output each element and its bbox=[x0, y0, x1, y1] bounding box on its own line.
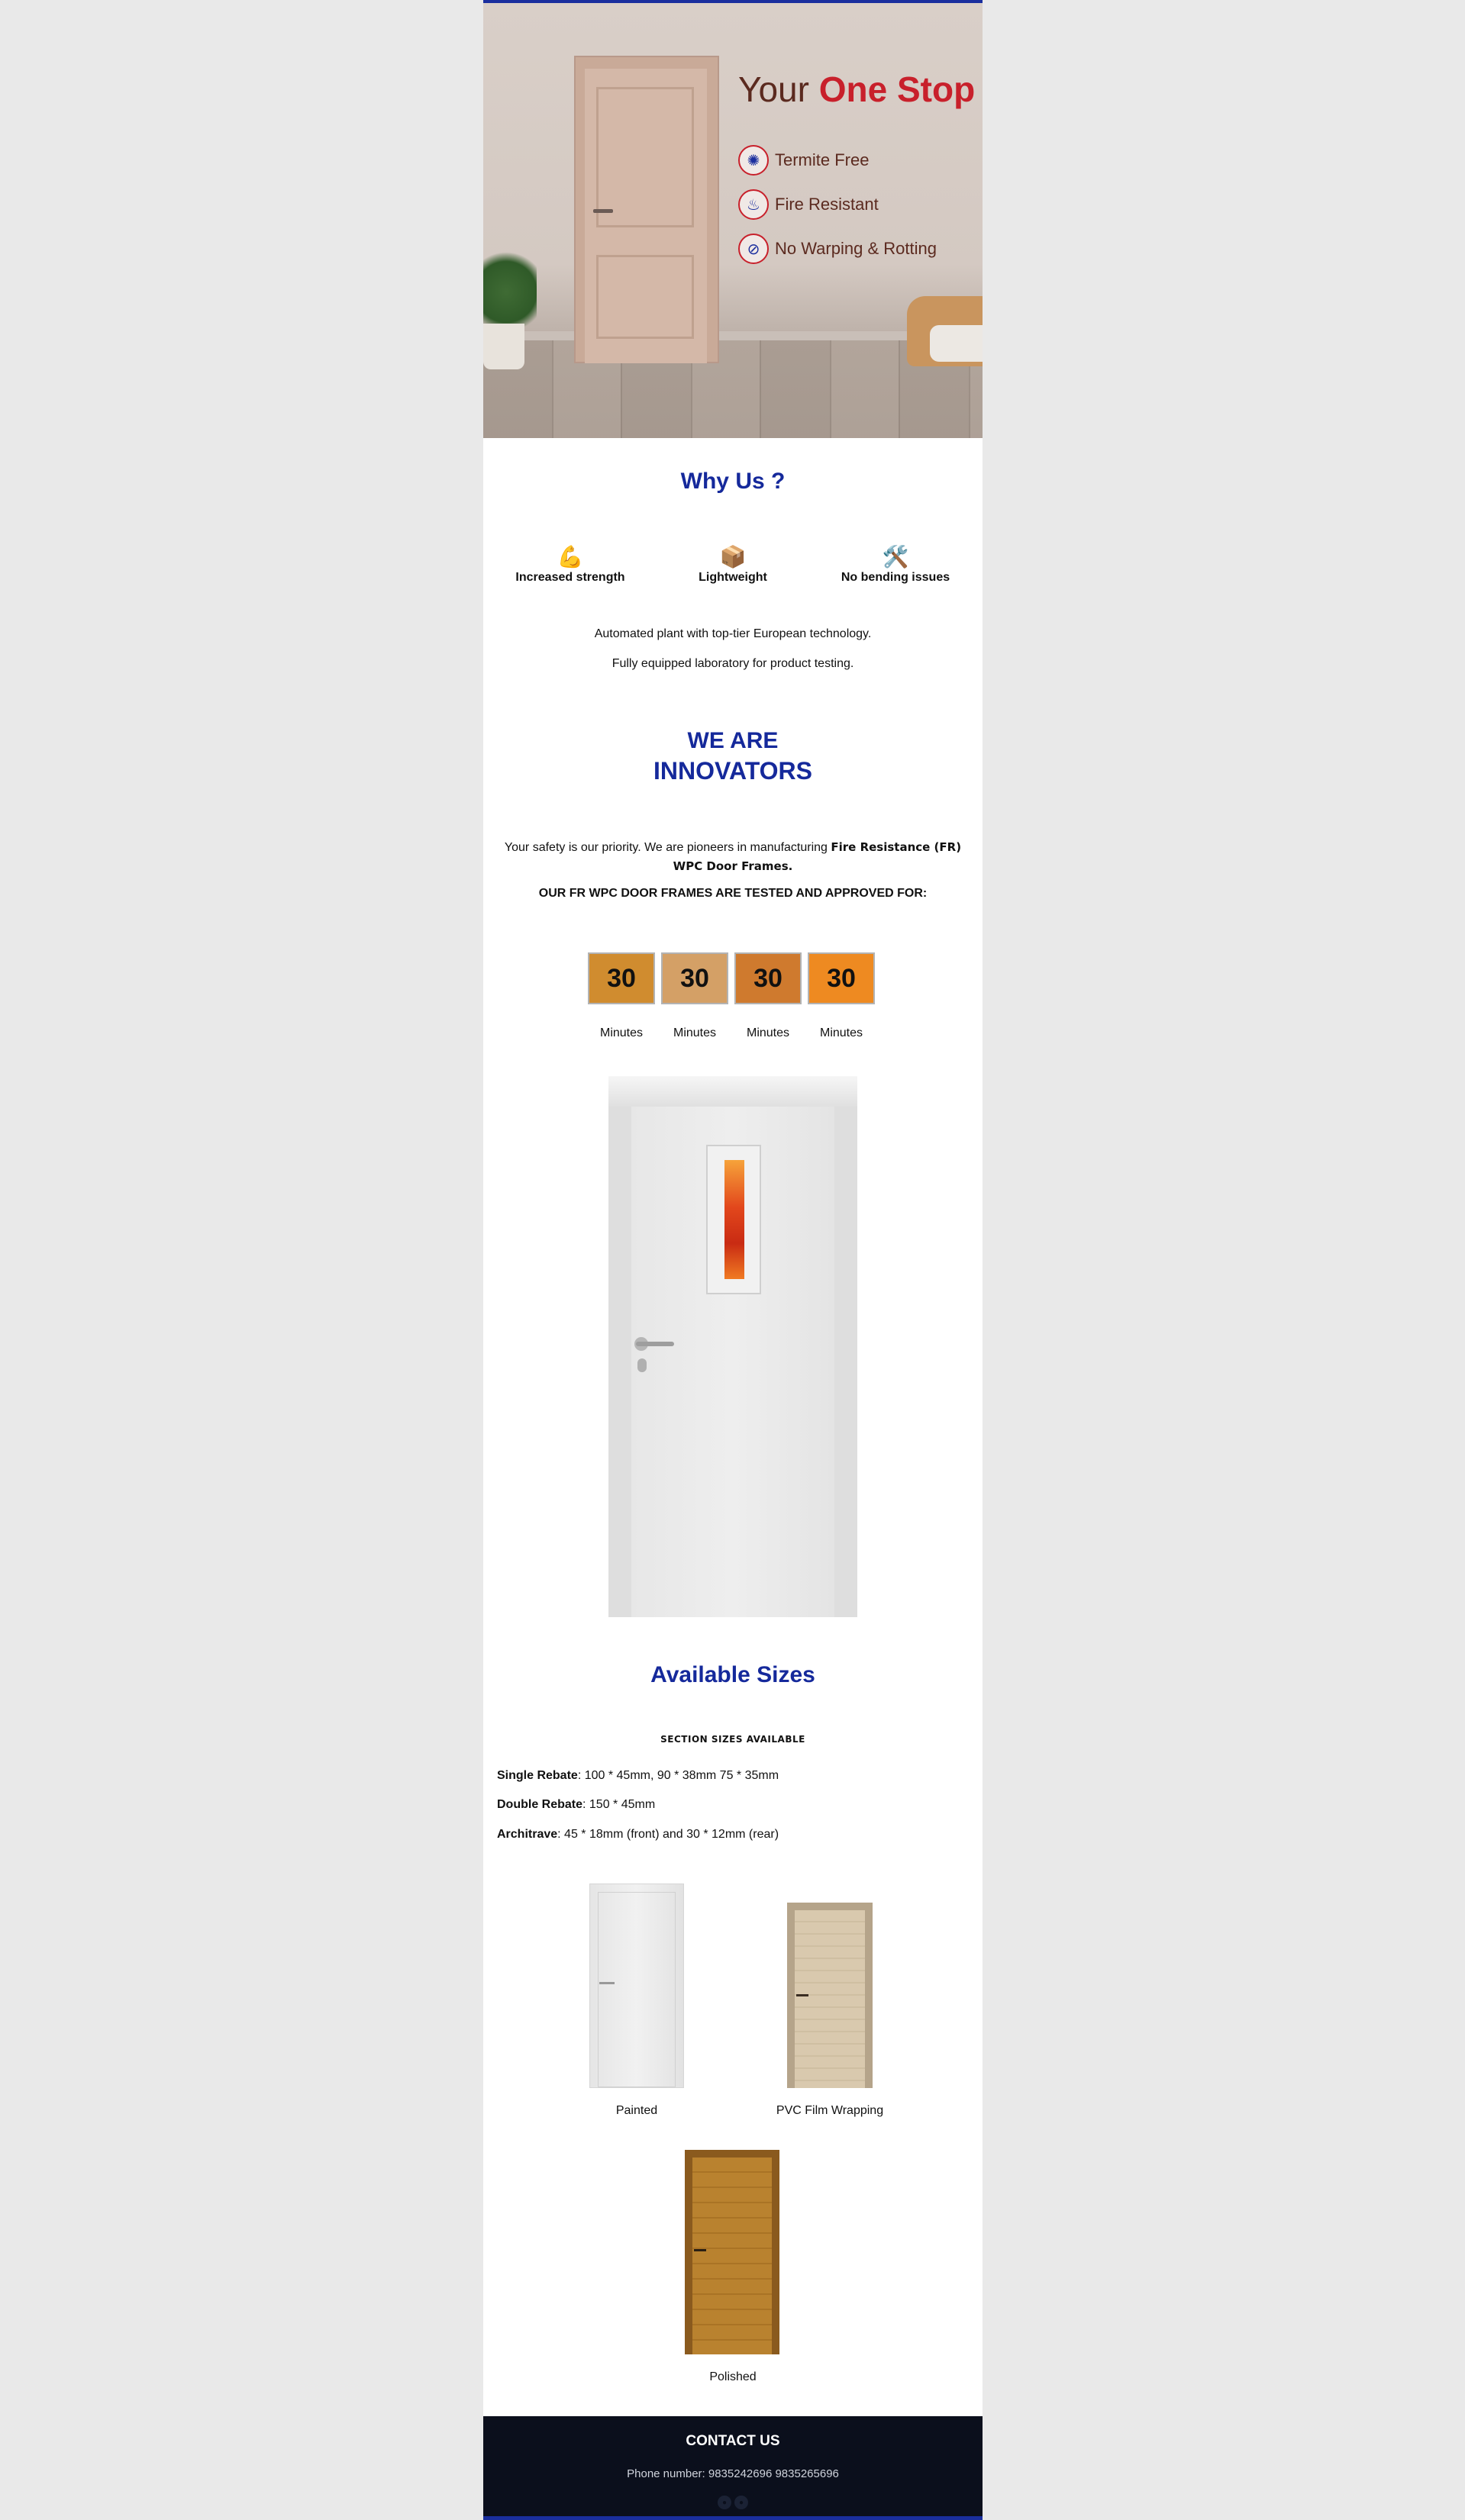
package-icon: 📦 bbox=[719, 545, 747, 569]
no-warping-icon: ⊘ bbox=[738, 234, 769, 264]
available-sizes-heading: Available Sizes bbox=[650, 1662, 815, 1687]
why-item-no-bending: 🛠️ No bending issues bbox=[819, 543, 972, 585]
bottom-accent-bar bbox=[483, 2516, 983, 2520]
phone-numbers[interactable]: Phone number: 9835242696 9835265696 bbox=[483, 2467, 983, 2480]
rating-unit-label: Minutes bbox=[746, 1026, 790, 1039]
pvc-film-door-image[interactable] bbox=[787, 1903, 873, 2088]
rating-unit-label: Minutes bbox=[599, 1026, 644, 1039]
rating-badge: 30 bbox=[734, 952, 802, 1004]
innovators-heading-line1: WE ARE bbox=[687, 728, 779, 753]
why-us-heading: Why Us ? bbox=[680, 469, 786, 494]
social-icon[interactable]: ● bbox=[734, 2496, 748, 2509]
rating-unit-label: Minutes bbox=[673, 1026, 717, 1039]
email-body: Your One Stop ✺ Termite Free ♨ Fire Resi… bbox=[483, 0, 983, 2520]
fire-rating-badges: 30 30 30 30 bbox=[588, 952, 878, 1004]
lock-icon bbox=[637, 1358, 647, 1372]
door-handle-image bbox=[636, 1342, 674, 1346]
flexed-bicep-icon: 💪 bbox=[557, 545, 584, 569]
door-handle-image bbox=[593, 209, 613, 213]
fire-icon: ♨ bbox=[738, 189, 769, 220]
rating-unit-label: Minutes bbox=[819, 1026, 863, 1039]
plant-image bbox=[483, 246, 537, 330]
contact-footer: CONTACT US Phone number: 9835242696 9835… bbox=[483, 2416, 983, 2520]
social-links: ● ● bbox=[716, 2493, 750, 2512]
spec-architrave: Architrave: 45 * 18mm (front) and 30 * 1… bbox=[497, 1828, 779, 1841]
why-item-lightweight: 📦 Lightweight bbox=[657, 543, 809, 585]
polished-door-image[interactable] bbox=[685, 2150, 779, 2354]
spec-double-rebate: Double Rebate: 150 * 45mm bbox=[497, 1798, 656, 1811]
contact-us-heading: CONTACT US bbox=[686, 2433, 780, 2449]
why-us-grid: 💪 Increased strength 📦 Lightweight 🛠️ No… bbox=[483, 543, 983, 597]
hero-feature-fire: ♨ Fire Resistant bbox=[738, 189, 879, 220]
finish-caption-painted: Painted bbox=[615, 2104, 658, 2117]
fire-glass bbox=[724, 1160, 744, 1279]
rating-badge: 30 bbox=[808, 952, 875, 1004]
why-us-line-technology: Automated plant with top-tier European t… bbox=[594, 627, 872, 640]
finish-caption-pvc: PVC Film Wrapping bbox=[776, 2104, 884, 2117]
why-item-strength: 💪 Increased strength bbox=[494, 543, 647, 585]
hero-banner[interactable]: Your One Stop ✺ Termite Free ♨ Fire Resi… bbox=[483, 3, 983, 438]
social-icon[interactable]: ● bbox=[718, 2496, 731, 2509]
termite-icon: ✺ bbox=[738, 145, 769, 176]
painted-door-image[interactable] bbox=[589, 1884, 684, 2088]
rating-badge: 30 bbox=[588, 952, 655, 1004]
safety-paragraph: Your safety is our priority. We are pion… bbox=[504, 840, 962, 873]
why-us-line-laboratory: Fully equipped laboratory for product te… bbox=[611, 657, 854, 670]
hero-headline: Your One Stop bbox=[738, 69, 976, 109]
hero-feature-termite: ✺ Termite Free bbox=[738, 145, 869, 176]
rating-units: Minutes Minutes Minutes Minutes bbox=[588, 1026, 878, 1045]
tools-icon: 🛠️ bbox=[882, 545, 909, 569]
approved-heading: OUR FR WPC DOOR FRAMES ARE TESTED AND AP… bbox=[538, 887, 928, 900]
plant-pot-image bbox=[483, 324, 524, 369]
section-sizes-subheading: SECTION SIZES AVAILABLE bbox=[660, 1734, 805, 1745]
innovators-heading-line2: INNOVATORS bbox=[653, 757, 812, 785]
finish-caption-polished: Polished bbox=[709, 2370, 757, 2383]
hero-feature-warping: ⊘ No Warping & Rotting bbox=[738, 234, 937, 264]
rating-badge: 30 bbox=[661, 952, 728, 1004]
spec-single-rebate: Single Rebate: 100 * 45mm, 90 * 38mm 75 … bbox=[497, 1769, 779, 1782]
fire-resistant-door-image bbox=[608, 1076, 857, 1617]
